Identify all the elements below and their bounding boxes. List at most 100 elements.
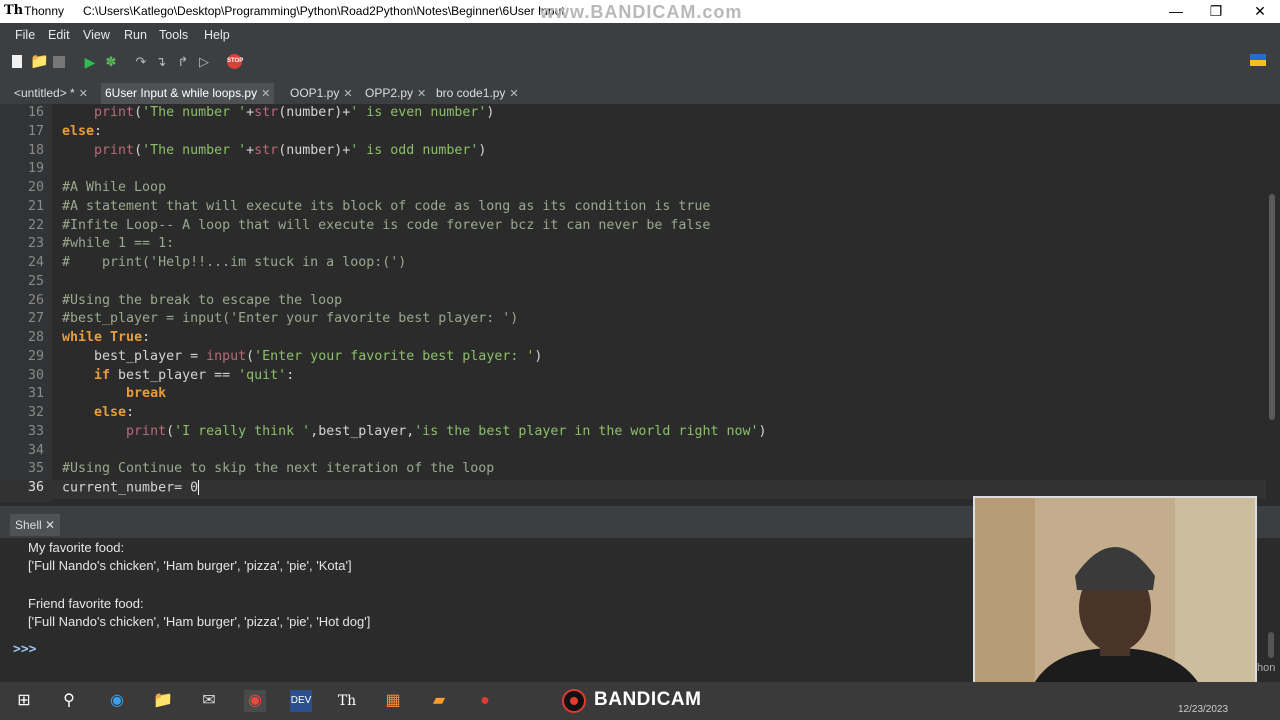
code-line[interactable]: 22 #Infite Loop-- A loop that will execut… [0,218,1266,237]
close-tab-icon[interactable]: ✕ [417,88,426,100]
code-line[interactable]: 20 #A While Loop [0,180,1266,199]
step-over-icon[interactable]: ↷ [134,55,148,69]
code-text[interactable]: #best_player = input('Enter your favorit… [62,311,518,326]
code-text[interactable]: break [62,386,166,401]
code-line[interactable]: 30 if best_player == 'quit': [0,368,1266,387]
menu-help[interactable]: Help [204,28,230,42]
code-text[interactable]: print('I really think ',best_player,'is … [62,424,766,439]
code-text[interactable]: if best_player == 'quit': [62,368,294,383]
line-number: 35 [27,461,44,477]
code-line[interactable]: 25 [0,274,1266,293]
code-line[interactable]: 29 best_player = input('Enter your favor… [0,349,1266,368]
code-line[interactable]: 28 while True: [0,330,1266,349]
code-editor[interactable]: 16 print('The number '+str(number)+' is … [0,104,1266,502]
code-line[interactable]: 19 [0,161,1266,180]
code-text[interactable]: #Using the break to escape the loop [62,293,342,308]
code-line[interactable]: 27 #best_player = input('Enter your favor… [0,311,1266,330]
new-file-icon[interactable] [12,55,22,68]
windows-start-icon[interactable]: ⊞ [13,690,35,712]
code-line[interactable]: 33 print('I really think ',best_player,'… [0,424,1266,443]
code-line[interactable]: 21 #A statement that will execute its blo… [0,199,1266,218]
line-number: 18 [27,142,44,158]
thonny-taskbar-icon[interactable]: Th [336,690,358,712]
file-explorer-icon[interactable]: 📁 [152,690,174,712]
code-text[interactable]: current_number= 0 [62,480,200,496]
step-into-icon[interactable]: ↴ [154,55,168,69]
code-text[interactable]: best_player = input('Enter your favorite… [62,349,542,364]
stop-icon[interactable]: STOP [227,54,243,69]
close-button[interactable]: ✕ [1240,1,1280,21]
edge-browser-icon[interactable]: ◉ [106,690,128,712]
thonny-app-icon: Th [4,3,24,18]
dev-cpp-icon[interactable]: DEV [290,690,312,712]
tab-user-input-while-loops[interactable]: 6User Input & while loops.py ✕ [101,83,275,104]
resume-icon[interactable]: ▷ [197,55,211,69]
code-line[interactable]: 16 print('The number '+str(number)+' is … [0,105,1266,124]
code-line[interactable]: 31 break [0,386,1266,405]
tab-oop1[interactable]: OOP1.py ✕ [286,83,357,104]
line-number: 16 [27,105,44,120]
line-number: 23 [27,236,44,252]
shell-prompt[interactable]: >>> [13,642,36,657]
code-text[interactable]: else: [62,405,134,420]
bandicam-record-icon [562,689,586,713]
close-tab-icon[interactable]: ✕ [261,88,270,100]
tab-opp2[interactable]: OPP2.py ✕ [361,83,430,104]
editor-scrollbar[interactable] [1266,104,1280,502]
webcam-person-image [975,498,1255,706]
editor-scrollbar-thumb[interactable] [1269,194,1275,420]
language-flag-icon[interactable] [1250,54,1266,66]
code-line[interactable]: 18 print('The number '+str(number)+' is … [0,143,1266,162]
line-number: 29 [27,348,44,364]
code-line[interactable]: 23 #while 1 == 1: [0,236,1266,255]
debug-icon[interactable]: ✽ [104,55,118,69]
menu-run[interactable]: Run [124,28,147,42]
run-icon[interactable]: ▶ [83,55,97,69]
minimize-button[interactable]: — [1156,1,1196,21]
code-text[interactable]: #while 1 == 1: [62,236,174,251]
code-line[interactable]: 17 else: [0,124,1266,143]
code-line[interactable]: 26 #Using the break to escape the loop [0,293,1266,312]
code-text[interactable]: #A statement that will execute its block… [62,199,710,214]
open-folder-icon[interactable]: 📁 [30,54,49,69]
shell-output-line: ['Full Nando's chicken', 'Ham burger', '… [28,614,371,629]
mail-icon[interactable]: ✉ [198,690,220,712]
menu-view[interactable]: View [83,28,110,42]
code-text[interactable]: # print('Help!!...im stuck in a loop:(') [62,255,406,270]
line-number: 27 [27,311,44,327]
tab-untitled[interactable]: <untitled> * ✕ [10,83,92,104]
code-text[interactable]: print('The number '+str(number)+' is odd… [62,143,486,158]
menu-file[interactable]: File [15,28,35,42]
code-text[interactable]: #Infite Loop-- A loop that will execute … [62,218,710,233]
code-text[interactable]: #Using Continue to skip the next iterati… [62,461,494,476]
save-icon[interactable] [53,56,65,68]
code-text[interactable]: while True: [62,330,150,345]
close-tab-icon[interactable]: ✕ [79,88,88,100]
store-icon[interactable]: ▦ [382,690,404,712]
close-tab-icon[interactable]: ✕ [343,88,352,100]
menu-edit[interactable]: Edit [48,28,70,42]
shell-edge-text: hon [1257,662,1276,674]
code-text[interactable]: #A While Loop [62,180,166,195]
menu-tools[interactable]: Tools [159,28,188,42]
code-line[interactable]: 24 # print('Help!!...im stuck in a loop:(… [0,255,1266,274]
close-tab-icon[interactable]: ✕ [509,88,518,100]
bandicam-taskbar-icon[interactable]: ● [474,690,496,712]
search-icon[interactable]: ⚲ [58,690,80,712]
code-line[interactable]: 32 else: [0,405,1266,424]
code-text[interactable]: print('The number '+str(number)+' is eve… [62,105,494,120]
code-line[interactable]: 35 #Using Continue to skip the next itera… [0,461,1266,480]
line-number: 25 [27,273,44,289]
chrome-icon[interactable]: ◉ [244,690,266,712]
tab-bro-code1[interactable]: bro code1.py ✕ [432,83,523,104]
toolbar: 📁 ▶ ✽ ↷ ↴ ↱ ▷ STOP [0,47,1280,81]
maximize-button[interactable]: ❐ [1196,1,1236,21]
sublime-icon[interactable]: ▰ [428,690,450,712]
text-cursor [198,480,200,495]
code-line[interactable]: 34 [0,443,1266,462]
code-text[interactable]: else: [62,124,102,139]
tab-shell[interactable]: Shell ✕ [10,514,61,536]
step-out-icon[interactable]: ↱ [176,55,190,69]
shell-scrollbar[interactable] [1268,632,1274,658]
close-shell-icon[interactable]: ✕ [45,518,55,532]
